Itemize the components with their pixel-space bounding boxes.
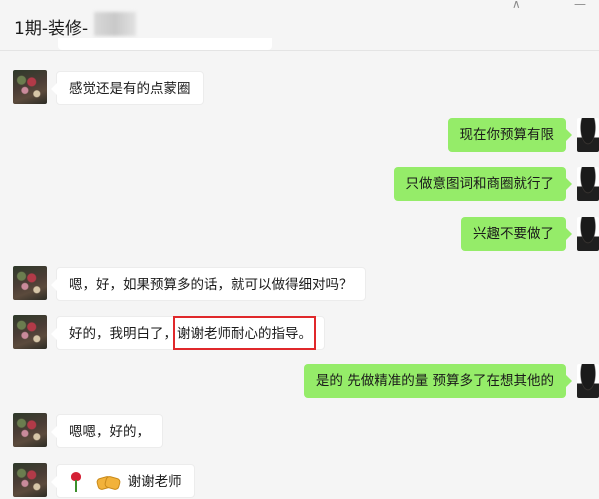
avatar[interactable] <box>13 266 47 300</box>
message-bubble[interactable]: 嗯，好，如果预算多的话，就可以做得细对吗？ <box>51 267 366 301</box>
blurred-title-suffix <box>94 12 136 36</box>
message-bubble[interactable]: 现在你预算有限 <box>447 118 572 152</box>
rose-icon <box>69 472 83 492</box>
avatar[interactable] <box>13 463 47 497</box>
avatar[interactable] <box>13 413 47 447</box>
handshake-icon <box>95 475 122 491</box>
message-bubble[interactable]: 谢谢老师 <box>51 464 195 498</box>
message-bubble[interactable]: 是的 先做精准的量 预算多了在想其他的 <box>303 364 573 398</box>
avatar[interactable] <box>13 315 47 349</box>
pin-icon[interactable]: ⊼ <box>512 0 521 10</box>
previous-message-bubble <box>58 38 272 50</box>
avatar[interactable] <box>577 167 599 201</box>
message-bubble[interactable]: 感觉还是有的点蒙圈 <box>51 71 204 105</box>
minimize-icon[interactable]: — <box>574 0 586 10</box>
highlight-annotation-box <box>173 316 316 350</box>
avatar[interactable] <box>577 217 599 251</box>
message-bubble[interactable]: 兴趣不要做了 <box>461 217 572 251</box>
chat-title: 1期-装修- <box>14 19 89 39</box>
avatar[interactable] <box>577 118 599 152</box>
message-bubble[interactable]: 只做意图词和商圈就行了 <box>393 167 572 201</box>
message-text: 谢谢老师 <box>127 474 182 490</box>
avatar[interactable] <box>13 70 47 104</box>
avatar[interactable] <box>577 364 599 398</box>
message-bubble[interactable]: 嗯嗯，好的， <box>51 414 163 448</box>
